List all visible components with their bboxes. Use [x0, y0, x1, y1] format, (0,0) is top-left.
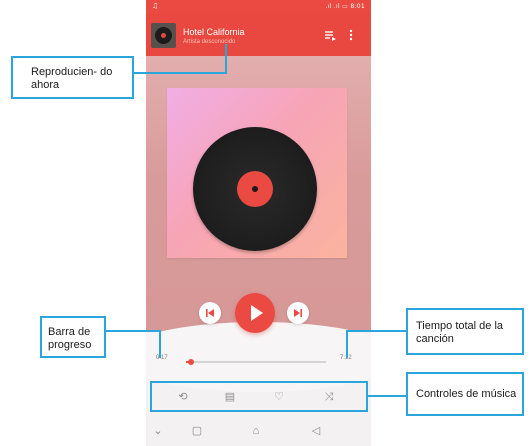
- callout-music-controls: Controles de música: [406, 372, 524, 416]
- home-icon[interactable]: ⌂: [248, 423, 264, 439]
- chevron-down-icon[interactable]: ⌄: [150, 423, 166, 439]
- callout-progress-bar-text: Barra de progreso: [48, 326, 92, 351]
- total-time-connector-h: [346, 330, 406, 332]
- progress-bar[interactable]: [186, 359, 326, 365]
- music-note-icon: ♫: [152, 2, 159, 10]
- now-playing-connector-h: [134, 72, 227, 74]
- music-controls-connector: [368, 395, 406, 397]
- status-bar: ♫ .ıl .ıl ▭ 8:01: [146, 0, 371, 14]
- status-indicators: .ıl .ıl ▭ 8:01: [325, 3, 365, 10]
- now-playing-connector: [225, 44, 227, 74]
- album-thumbnail: [151, 23, 176, 48]
- callout-now-playing-text: Reproducien- do ahora: [31, 66, 113, 91]
- navigation-bar: ⌄ ▢ ⌂ ◁: [146, 416, 371, 446]
- skip-previous-icon: [206, 309, 214, 317]
- callout-music-controls-text: Controles de música: [416, 388, 517, 400]
- song-artist: Artista desconocido: [183, 39, 236, 45]
- vinyl-record: [193, 127, 317, 251]
- music-controls-highlight: [150, 381, 368, 412]
- queue-icon[interactable]: [323, 28, 337, 42]
- callout-total-time: Tiempo total de la canción: [406, 308, 524, 355]
- progress-connector-v: [159, 330, 161, 358]
- play-button[interactable]: [235, 293, 275, 333]
- skip-previous-button[interactable]: [199, 302, 221, 324]
- player-background: [146, 56, 371, 332]
- recents-icon[interactable]: ▢: [189, 423, 205, 439]
- song-title: Hotel California: [183, 27, 245, 37]
- play-icon: [251, 305, 263, 321]
- elapsed-time: 0:17: [156, 355, 168, 361]
- callout-total-time-text: Tiempo total de la canción: [416, 320, 504, 345]
- now-playing-header[interactable]: Hotel California Artista desconocido: [146, 14, 371, 56]
- callout-progress-bar: Barra de progreso: [40, 316, 106, 358]
- skip-next-button[interactable]: [287, 302, 309, 324]
- back-icon[interactable]: ◁: [308, 423, 324, 439]
- progress-connector-h: [104, 330, 161, 332]
- total-time-connector-v: [346, 330, 348, 358]
- callout-now-playing: Reproducien- do ahora: [11, 56, 134, 99]
- phone-screen: ♫ .ıl .ıl ▭ 8:01 Hotel California Artist…: [146, 0, 371, 446]
- more-vert-icon[interactable]: [346, 28, 356, 42]
- skip-next-icon: [294, 309, 302, 317]
